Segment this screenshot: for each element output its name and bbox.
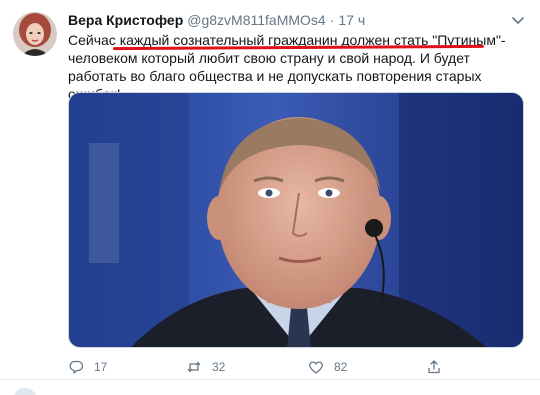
timestamp[interactable]: 17 ч [338,12,365,28]
author-name[interactable]: Вера Кристофер [68,12,183,28]
retweet-count: 32 [212,360,226,374]
share-button[interactable] [426,357,452,377]
avatar[interactable] [13,12,57,56]
reply-icon [69,360,84,374]
share-icon [428,360,440,374]
tweet-text-start: Сейчас [68,32,120,48]
like-count: 82 [334,360,348,374]
next-tweet-avatar[interactable] [13,388,37,395]
tweet-header: Вера Кристофер @g8zvM811faMMOs4 · 17 ч [68,12,365,30]
tweet-photo[interactable] [68,92,524,348]
tweet[interactable]: Вера Кристофер @g8zvM811faMMOs4 · 17 ч С… [0,0,540,380]
retweet-icon [187,361,201,373]
reply-count: 17 [94,360,108,374]
tweet-actions: 17 32 82 [68,357,528,377]
author-handle[interactable]: @g8zvM811faMMOs4 [187,12,325,28]
like-button[interactable]: 82 [308,357,347,377]
reply-button[interactable]: 17 [68,357,107,377]
retweet-button[interactable]: 32 [186,357,225,377]
separator: · [329,12,335,28]
chevron-down-icon[interactable] [510,12,526,28]
heart-icon [309,361,323,374]
